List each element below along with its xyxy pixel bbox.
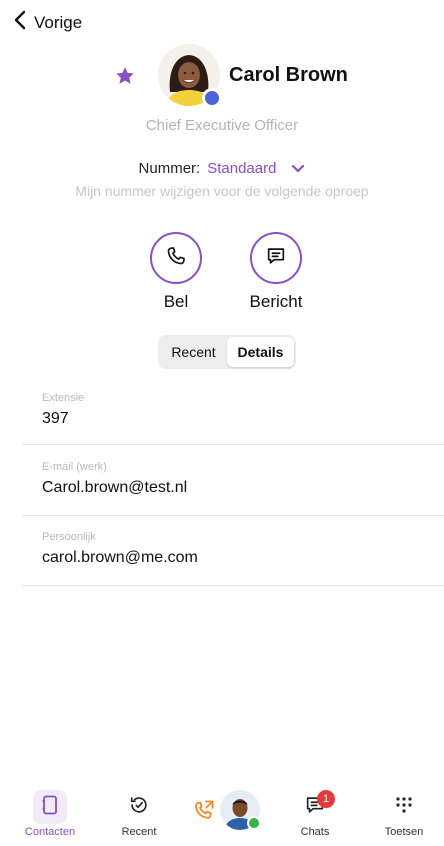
divider [22,585,444,586]
number-hint: Mijn nummer wijzigen voor de volgende op… [75,183,369,199]
unread-badge: 1 [317,790,335,808]
call-button[interactable] [150,232,202,284]
chevron-down-icon[interactable] [291,164,305,174]
field-value[interactable]: Carol.brown@test.nl [42,479,444,497]
favorite-star-icon[interactable] [114,65,136,92]
field-work-email: E-mail (werk) Carol.brown@test.nl [42,461,444,497]
field-label: E-mail (werk) [42,461,107,473]
tab-label: Chats [300,826,330,838]
field-label: Persoonlijk [42,531,96,543]
tab-label: Toetsen [384,826,424,838]
message-action[interactable]: Bericht [231,232,321,312]
tab-chats[interactable]: 1 Chats [285,786,345,846]
history-icon [128,794,150,821]
tab-details[interactable]: Details [227,337,294,367]
tab-label: Contacten [24,826,76,838]
tab-recent[interactable]: Recent [160,337,227,367]
call-label: Bel [163,292,189,311]
chevron-left-icon [14,10,26,35]
message-label: Bericht [249,292,303,311]
presence-indicator [202,88,222,108]
number-selector[interactable]: Nummer: Standaard [0,160,444,177]
message-button[interactable] [250,232,302,284]
detail-segmented-control: Recent Details [158,335,296,369]
keypad-icon [395,796,413,819]
tab-keypad[interactable]: Toetsen [374,786,434,846]
presence-indicator [247,816,261,830]
contact-name: Carol Brown [229,64,348,86]
tab-contacts[interactable]: Contacten [20,786,80,846]
divider [22,515,444,516]
tab-recent-calls[interactable]: Recent [109,786,169,846]
phone-icon [165,245,187,272]
call-action[interactable]: Bel [131,232,221,312]
back-button[interactable]: Vorige [14,10,82,35]
number-value[interactable]: Standaard [207,160,276,177]
number-label: Nummer: [138,160,201,177]
tab-label: Recent [121,826,157,838]
phone-transfer-icon [192,798,216,827]
field-value[interactable]: carol.brown@me.com [42,549,444,567]
chat-bubble-icon [265,245,287,272]
contact-header: Carol Brown [0,44,444,108]
field-extension: Extensie 397 [42,392,444,428]
back-label: Vorige [34,12,83,32]
contact-job-title: Chief Executive Officer [145,117,299,134]
field-value[interactable]: 397 [42,410,444,428]
contacts-book-icon [41,795,59,820]
bottom-tab-bar: Contacten Recent 1 Chats Toetsen [0,786,444,846]
field-personal-email: Persoonlijk carol.brown@me.com [42,531,444,567]
field-label: Extensie [42,392,85,404]
contact-avatar [158,44,222,108]
divider [22,444,444,445]
active-call-avatar[interactable] [190,788,270,834]
